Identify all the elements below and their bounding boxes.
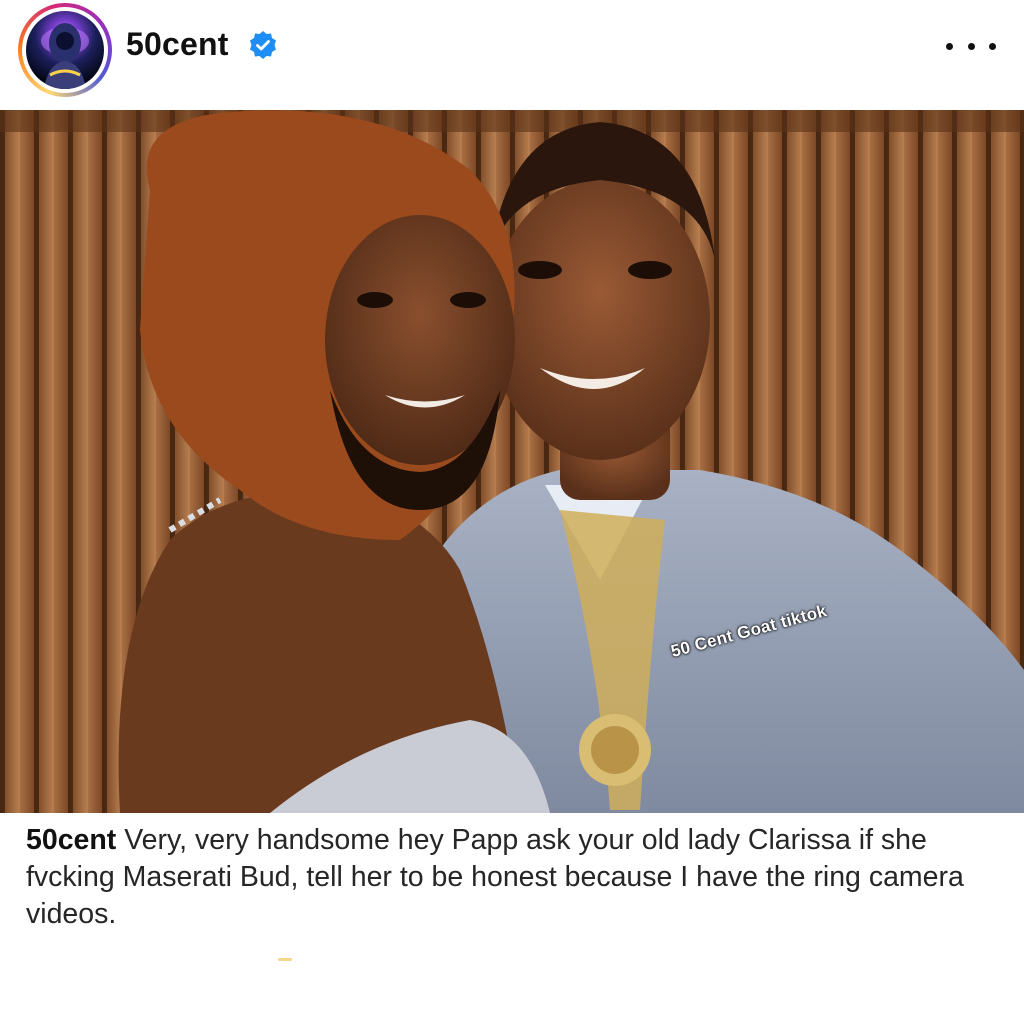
photo-illustration xyxy=(0,110,1024,813)
post-caption: 50cent Very, very handsome hey Papp ask … xyxy=(26,822,986,933)
caption-text: Very, very handsome hey Papp ask your ol… xyxy=(26,824,964,930)
verified-badge-icon xyxy=(250,31,276,59)
caption-username[interactable]: 50cent xyxy=(26,824,116,856)
post-image[interactable]: 50 Cent Goat tiktok xyxy=(0,110,1024,813)
story-ring[interactable] xyxy=(18,3,112,97)
caption-divider xyxy=(278,958,292,961)
post-username[interactable]: 50cent xyxy=(126,26,229,63)
avatar-image xyxy=(41,23,89,89)
post-header: 50cent xyxy=(0,0,1024,110)
more-horizontal-icon[interactable] xyxy=(946,28,996,64)
avatar[interactable] xyxy=(26,11,104,89)
